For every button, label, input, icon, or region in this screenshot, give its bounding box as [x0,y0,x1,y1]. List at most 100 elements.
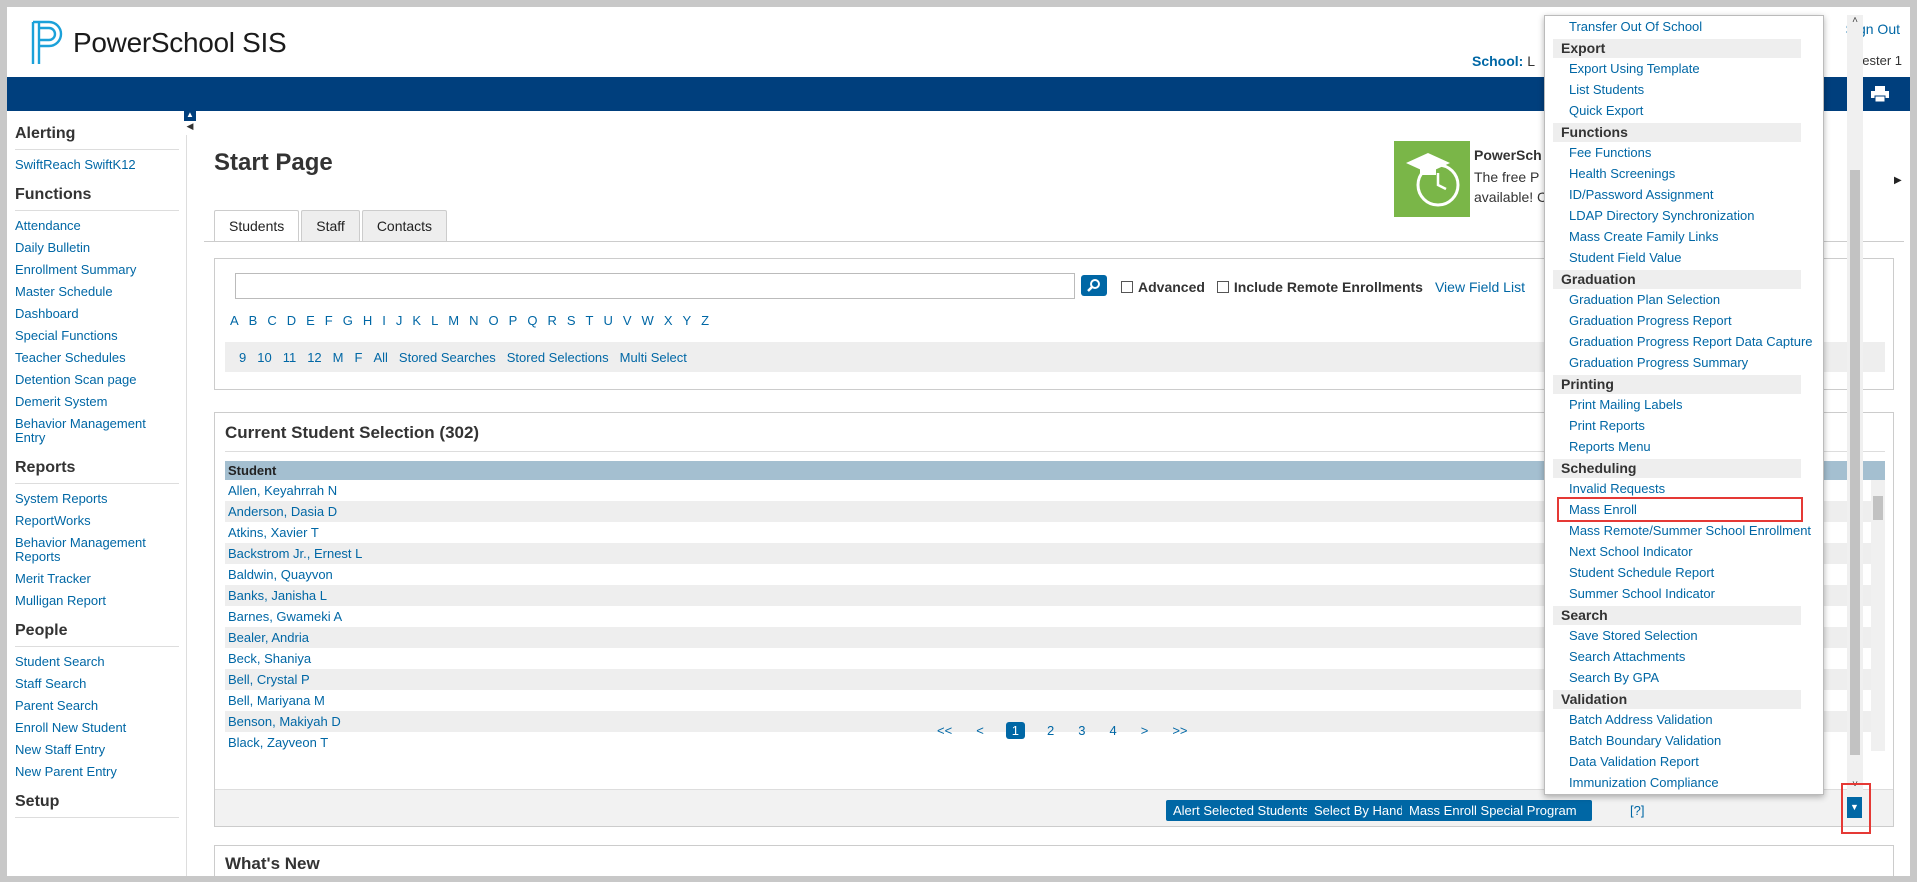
menu-item-save-stored-selection[interactable]: Save Stored Selection [1545,625,1805,646]
view-field-list-link[interactable]: View Field List [1435,279,1525,295]
letter-filter-t[interactable]: T [586,313,594,328]
student-link[interactable]: Beck, Shaniya [228,651,311,666]
chevron-up-icon[interactable]: ˄ [1847,15,1863,26]
menu-item-student-field-value[interactable]: Student Field Value [1545,247,1805,268]
menu-item-reports-menu[interactable]: Reports Menu [1545,436,1805,457]
pager-page-3[interactable]: 3 [1078,723,1085,738]
menu-item-search-attachments[interactable]: Search Attachments [1545,646,1805,667]
student-link[interactable]: Backstrom Jr., Ernest L [228,546,362,561]
sidebar-item-enrollment-summary[interactable]: Enrollment Summary [15,263,179,277]
menu-item-immunization-compliance[interactable]: Immunization Compliance [1545,772,1805,793]
sidebar-item-merit-tracker[interactable]: Merit Tracker [15,572,179,586]
menu-item-data-validation-report[interactable]: Data Validation Report [1545,751,1805,772]
letter-filter-n[interactable]: N [469,313,478,328]
letter-filter-h[interactable]: H [363,313,372,328]
letter-filter-q[interactable]: Q [527,313,537,328]
student-link[interactable]: Bealer, Andria [228,630,309,645]
include-remote-checkbox[interactable] [1216,281,1229,293]
sidebar-item-student-search[interactable]: Student Search [15,655,179,669]
grade-filter-stored-selections[interactable]: Stored Selections [507,350,609,365]
grade-filter-11[interactable]: 11 [283,350,297,365]
letter-filter-w[interactable]: W [642,313,654,328]
menu-item-graduation-progress-summary[interactable]: Graduation Progress Summary [1545,352,1805,373]
menu-item-mass-enroll[interactable]: Mass Enroll [1557,497,1803,522]
pager-next[interactable]: > [1141,723,1149,738]
grade-filter-stored-searches[interactable]: Stored Searches [399,350,496,365]
sidebar-item-detention-scan-page[interactable]: Detention Scan page [15,373,179,387]
letter-filter-l[interactable]: L [431,313,438,328]
menu-item-mass-remote-summer-school-enrollment[interactable]: Mass Remote/Summer School Enrollment [1545,520,1811,541]
menu-item-list-students[interactable]: List Students [1545,79,1805,100]
search-button[interactable] [1081,275,1107,296]
student-link[interactable]: Bell, Crystal P [228,672,310,687]
sidebar-item-behavior-management-reports[interactable]: Behavior Management Reports [15,536,179,564]
menu-item-health-screenings[interactable]: Health Screenings [1545,163,1805,184]
search-input[interactable] [235,273,1075,299]
sidebar-item-demerit-system[interactable]: Demerit System [15,395,179,409]
letter-filter-e[interactable]: E [306,313,315,328]
letter-filter-f[interactable]: F [325,313,333,328]
letter-filter-b[interactable]: B [249,313,258,328]
sidebar-item-new-staff-entry[interactable]: New Staff Entry [15,743,179,757]
student-link[interactable]: Bell, Mariyana M [228,693,325,708]
letter-filter-c[interactable]: C [267,313,276,328]
student-link[interactable]: Allen, Keyahrrah N [228,483,337,498]
tab-contacts[interactable]: Contacts [361,210,448,241]
sidebar-item-special-functions[interactable]: Special Functions [15,329,179,343]
menu-item-id-password-assignment[interactable]: ID/Password Assignment [1545,184,1805,205]
menu-item-print-mailing-labels[interactable]: Print Mailing Labels [1545,394,1805,415]
grade-filter-multi-select[interactable]: Multi Select [620,350,687,365]
letter-filter-y[interactable]: Y [682,313,691,328]
menu-scrollbar[interactable]: ˄ ˅ [1847,15,1863,795]
print-icon[interactable] [1870,86,1890,102]
letter-filter-p[interactable]: P [509,313,518,328]
menu-scrollbar-thumb[interactable] [1850,170,1860,755]
sidebar-item-system-reports[interactable]: System Reports [15,492,179,506]
sidebar-item-staff-search[interactable]: Staff Search [15,677,179,691]
menu-item-mass-create-family-links[interactable]: Mass Create Family Links [1545,226,1805,247]
menu-item-transfer-out-of-school[interactable]: Transfer Out Of School [1545,16,1805,37]
letter-filter-r[interactable]: R [547,313,556,328]
menu-item-student-schedule-report[interactable]: Student Schedule Report [1545,562,1805,583]
grade-filter-all[interactable]: All [373,350,387,365]
student-link[interactable]: Atkins, Xavier T [228,525,319,540]
pager-page-2[interactable]: 2 [1047,723,1054,738]
letter-filter-z[interactable]: Z [701,313,709,328]
pager-page-1[interactable]: 1 [1005,722,1026,739]
sidebar-collapse-toggle[interactable]: ▲ ◀ [184,109,196,135]
student-link[interactable]: Baldwin, Quayvon [228,567,333,582]
sidebar-item-reportworks[interactable]: ReportWorks [15,514,179,528]
menu-item-invalid-requests[interactable]: Invalid Requests [1545,478,1805,499]
letter-filter-m[interactable]: M [448,313,459,328]
chevron-up-icon[interactable]: ▲ [184,109,196,121]
menu-item-ldap-directory-synchronization[interactable]: LDAP Directory Synchronization [1545,205,1805,226]
table-scrollbar[interactable] [1871,480,1885,751]
select-by-hand-button[interactable]: Select By Hand [1307,800,1411,821]
menu-item-fee-functions[interactable]: Fee Functions [1545,142,1805,163]
advanced-checkbox[interactable] [1121,281,1133,293]
grade-filter-9[interactable]: 9 [239,350,246,365]
menu-item-search-by-gpa[interactable]: Search By GPA [1545,667,1805,688]
sidebar-item-swiftreach-swiftk12[interactable]: SwiftReach SwiftK12 [15,158,179,172]
grade-filter-f[interactable]: F [355,350,363,365]
tab-students[interactable]: Students [214,210,300,242]
pager-first[interactable]: << [937,723,952,738]
promo-next-arrow-icon[interactable]: ▶ [1894,175,1902,186]
student-link[interactable]: Anderson, Dasia D [228,504,337,519]
letter-filter-a[interactable]: A [230,313,239,328]
letter-filter-g[interactable]: G [343,313,353,328]
student-link[interactable]: Black, Zayveon T [228,735,328,750]
menu-item-print-reports[interactable]: Print Reports [1545,415,1805,436]
letter-filter-v[interactable]: V [623,313,632,328]
menu-item-graduation-progress-report-data-capture[interactable]: Graduation Progress Report Data Capture [1545,331,1813,352]
student-link[interactable]: Barnes, Gwameki A [228,609,342,624]
menu-item-batch-address-validation[interactable]: Batch Address Validation [1545,709,1805,730]
menu-item-export-using-template[interactable]: Export Using Template [1545,58,1805,79]
letter-filter-o[interactable]: O [489,313,499,328]
letter-filter-i[interactable]: I [382,313,386,328]
menu-item-summer-school-indicator[interactable]: Summer School Indicator [1545,583,1805,604]
alert-selected-students-button[interactable]: Alert Selected Students [1166,800,1316,821]
student-link[interactable]: Benson, Makiyah D [228,714,341,729]
grade-filter-m[interactable]: M [333,350,344,365]
sidebar-item-new-parent-entry[interactable]: New Parent Entry [15,765,179,779]
